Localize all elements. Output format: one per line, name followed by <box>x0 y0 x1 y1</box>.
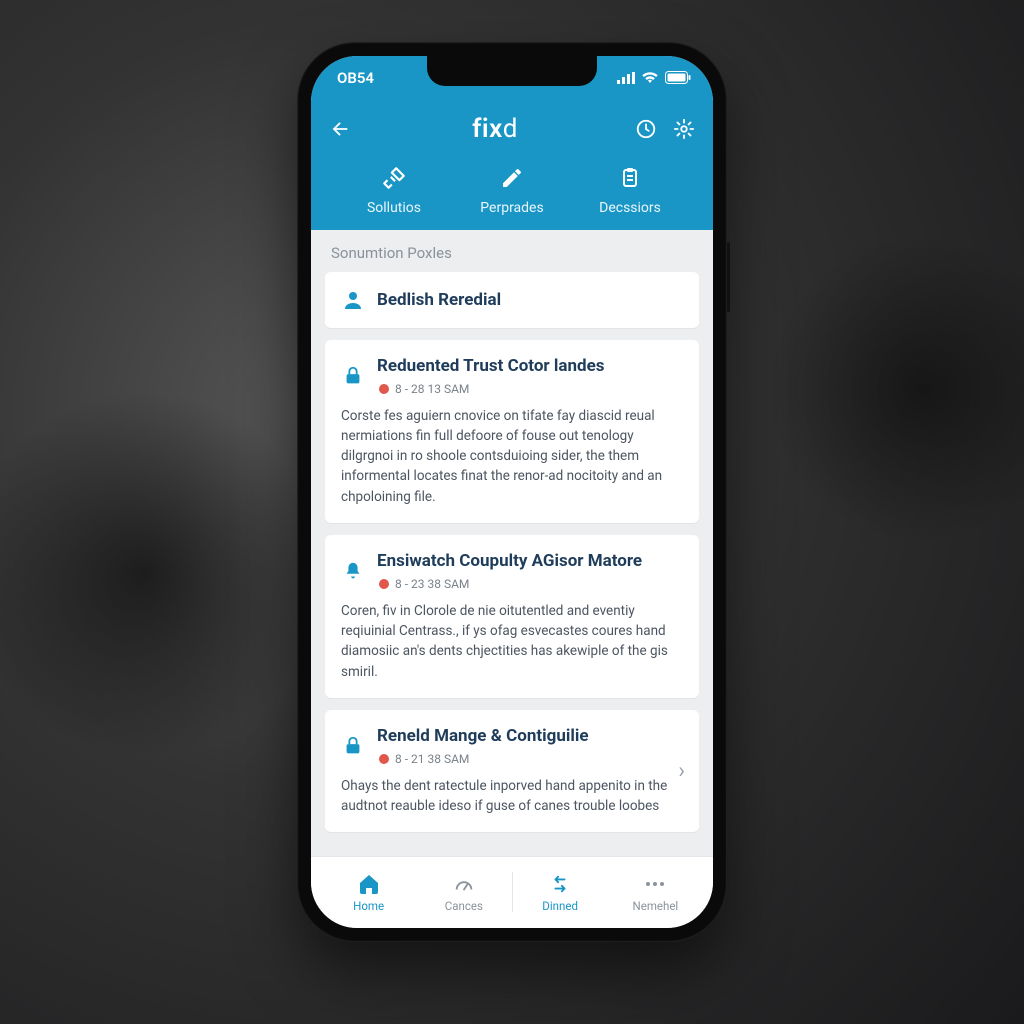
card-title: Reneld Mange & Contiguilie <box>377 726 681 746</box>
tools-icon <box>381 165 407 191</box>
swap-icon <box>549 873 571 895</box>
phone-frame: OB54 <box>297 42 727 942</box>
status-dot-icon <box>379 579 389 589</box>
nav-label: Cances <box>445 899 483 913</box>
app-title: fixd <box>472 114 518 144</box>
nav-label: Home <box>353 899 384 913</box>
app-title-a: fix <box>472 114 503 144</box>
app-title-b: d <box>503 114 518 144</box>
status-dot-icon <box>379 754 389 764</box>
status-dot-icon <box>379 384 389 394</box>
content-area: Sonumtion Poxles Bedlish Reredial <box>311 230 713 856</box>
nav-cances[interactable]: Cances <box>416 872 511 913</box>
status-right-cluster <box>617 71 691 84</box>
card-body: Corste fes aguiern cnovice on tifate fay… <box>341 406 681 507</box>
tab-label: Sollutios <box>367 200 421 216</box>
clock-icon <box>635 118 657 140</box>
bell-icon <box>342 560 364 582</box>
nav-dinned[interactable]: Dinned <box>513 872 608 913</box>
pencil-icon <box>500 166 524 190</box>
status-left-text: OB54 <box>337 69 374 87</box>
card-timestamp: 8 - 28 13 SAM <box>379 382 681 396</box>
tab-solutions[interactable]: Sollutios <box>335 164 453 216</box>
lock-icon <box>342 735 364 757</box>
lock-icon <box>342 365 364 387</box>
notch <box>427 56 597 86</box>
card-title: Reduented Trust Cotor landes <box>377 356 681 376</box>
app-header: fixd <box>311 100 713 230</box>
bottom-nav: Home Cances <box>311 856 713 928</box>
card-time-text: 8 - 21 38 SAM <box>395 752 469 766</box>
list-item[interactable]: Ensiwatch Coupulty AGisor Matore 8 - 23 … <box>325 535 699 698</box>
gauge-icon <box>453 873 475 895</box>
card-title: Ensiwatch Coupulty AGisor Matore <box>377 551 681 571</box>
battery-icon <box>665 71 691 84</box>
home-icon <box>357 872 381 896</box>
phone-screen: OB54 <box>311 56 713 928</box>
person-icon <box>341 288 365 312</box>
more-icon <box>643 872 667 896</box>
tab-label: Decssiors <box>599 200 661 216</box>
tab-label: Perprades <box>480 200 543 216</box>
nav-more[interactable]: Nemehel <box>608 872 703 913</box>
signal-icon <box>617 72 635 84</box>
list-item[interactable]: Reduented Trust Cotor landes 8 - 28 13 S… <box>325 340 699 523</box>
card-title: Bedlish Reredial <box>377 290 501 310</box>
nav-label: Nemehel <box>633 899 679 913</box>
top-tabs: Sollutios Perprades <box>329 154 695 230</box>
header-action-settings[interactable] <box>673 118 695 140</box>
wifi-icon <box>641 71 659 84</box>
gear-icon <box>673 118 695 140</box>
back-arrow-icon <box>329 118 351 140</box>
card-body: Coren, fiv in Clorole de nie oitutentled… <box>341 601 681 682</box>
tab-upgrades[interactable]: Perprades <box>453 164 571 216</box>
nav-label: Dinned <box>542 899 578 913</box>
card-timestamp: 8 - 21 38 SAM <box>379 752 681 766</box>
scene-background: OB54 <box>0 0 1024 1024</box>
card-body: Ohays the dent ratectule inporved hand a… <box>341 776 681 817</box>
back-button[interactable] <box>329 116 355 142</box>
clipboard-icon <box>618 166 642 190</box>
card-time-text: 8 - 28 13 SAM <box>395 382 469 396</box>
chevron-right-icon: › <box>678 759 685 784</box>
section-label: Sonumtion Poxles <box>311 230 713 272</box>
list-item[interactable]: › Reneld Mange & Contiguilie <box>325 710 699 833</box>
header-action-history[interactable] <box>635 118 657 140</box>
card-timestamp: 8 - 23 38 SAM <box>379 577 681 591</box>
card-time-text: 8 - 23 38 SAM <box>395 577 469 591</box>
list-item[interactable]: Bedlish Reredial <box>325 272 699 328</box>
nav-home[interactable]: Home <box>321 872 416 913</box>
tab-decisions[interactable]: Decssiors <box>571 164 689 216</box>
